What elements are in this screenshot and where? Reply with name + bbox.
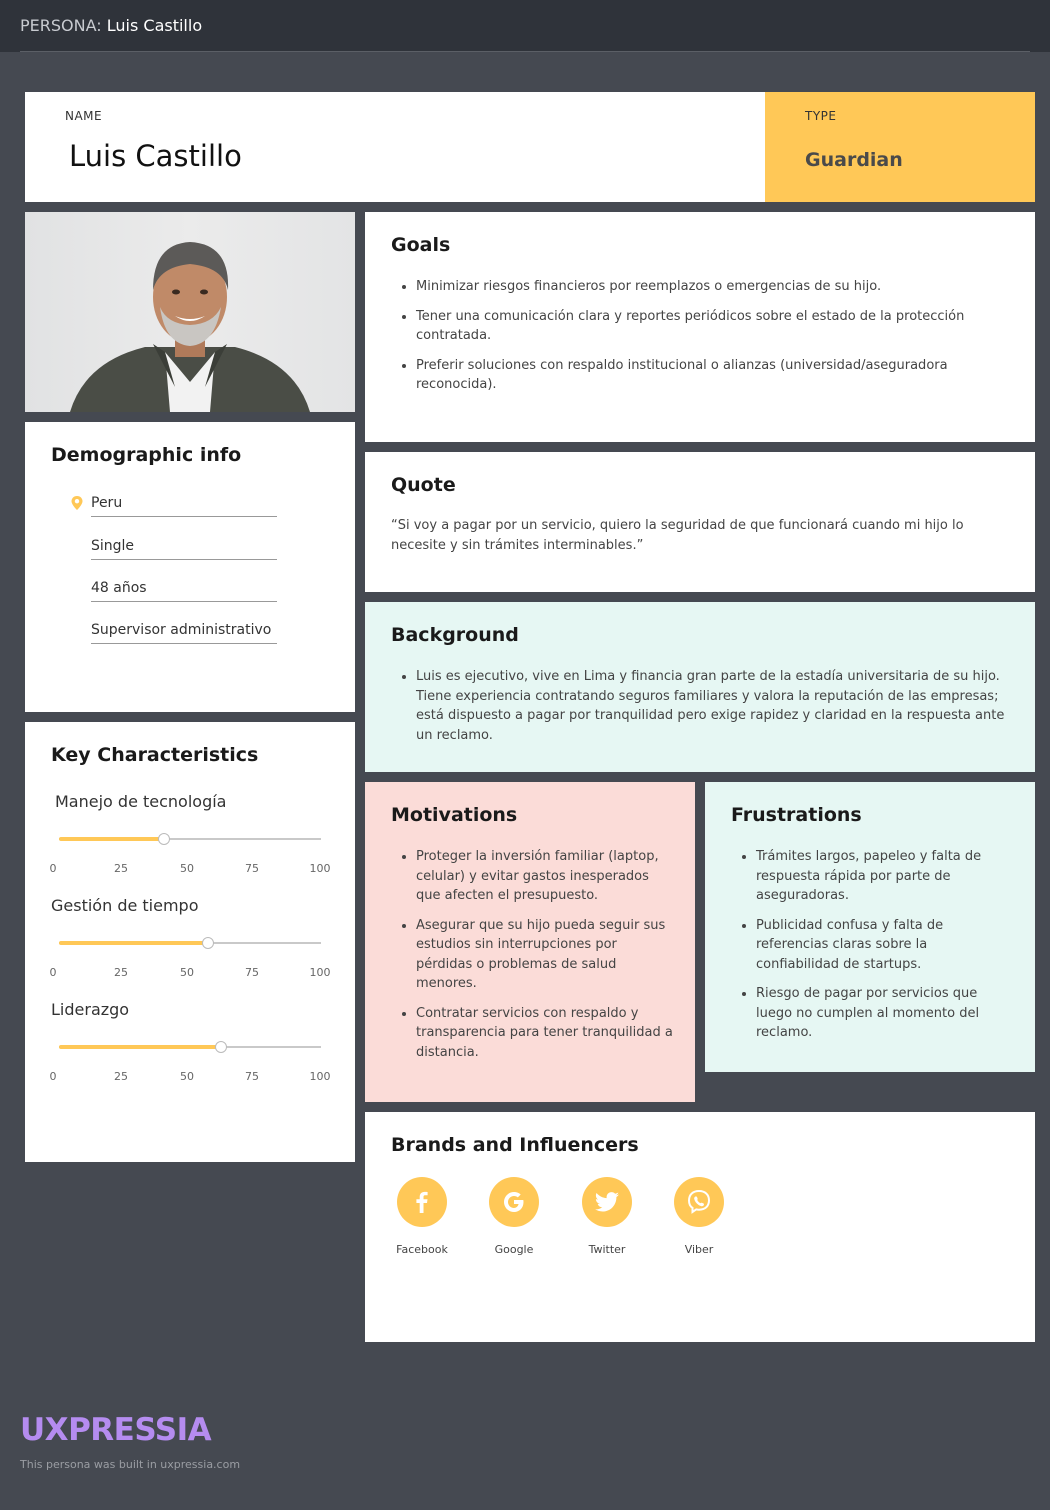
list-item: Asegurar que su hijo pueda seguir sus es…: [416, 916, 676, 994]
demographic-occupation[interactable]: Supervisor administrativo: [91, 622, 277, 644]
brand-label: Facebook: [396, 1243, 448, 1256]
slider-tick-label: 25: [114, 862, 128, 875]
quote-card: Quote “Si voy a pagar por un servicio, q…: [365, 452, 1035, 592]
list-item: Riesgo de pagar por servicios que luego …: [756, 984, 1006, 1043]
type-label: TYPE: [805, 109, 837, 123]
goals-list: Minimizar riesgos financieros por reempl…: [391, 277, 991, 405]
quote-text[interactable]: “Si voy a pagar por un servicio, quiero …: [391, 516, 991, 556]
slider-fill: [59, 1045, 222, 1049]
key-characteristics-title: Key Characteristics: [51, 744, 259, 766]
slider-label: Liderazgo: [51, 1000, 130, 1019]
slider-tick-label: 0: [49, 862, 57, 875]
slider-tick-label: 75: [245, 1070, 259, 1083]
list-item: Luis es ejecutivo, vive en Lima y financ…: [416, 667, 1011, 745]
slider-track[interactable]: [59, 1041, 321, 1053]
list-item: Minimizar riesgos financieros por reempl…: [416, 277, 991, 297]
brand-facebook-circle: [397, 1177, 447, 1227]
persona-title-name: Luis Castillo: [106, 16, 203, 35]
frustrations-list: Trámites largos, papeleo y falta de resp…: [731, 847, 1006, 1053]
list-item: Proteger la inversión familiar (laptop, …: [416, 847, 676, 906]
slider-fill: [59, 941, 209, 945]
slider-handle[interactable]: [202, 937, 215, 949]
persona-type[interactable]: Guardian: [805, 149, 903, 171]
demographic-age[interactable]: 48 años: [91, 580, 277, 602]
slider-tick-label: 75: [245, 862, 259, 875]
frustrations-card: Frustrations Trámites largos, papeleo y …: [705, 782, 1035, 1072]
background-card: Background Luis es ejecutivo, vive en Li…: [365, 602, 1035, 772]
slider-tick-label: 50: [180, 966, 194, 979]
slider-tick-label: 25: [114, 1070, 128, 1083]
key-characteristics-card: Key Characteristics Manejo de tecnología…: [25, 722, 355, 1162]
brand-twitter[interactable]: Twitter: [572, 1177, 642, 1256]
demographic-location[interactable]: Peru: [91, 495, 277, 517]
facebook-icon: [416, 1191, 428, 1213]
slider-tick-label: 50: [180, 862, 194, 875]
slider-tick-label: 0: [49, 1070, 57, 1083]
type-card: TYPE Guardian: [765, 92, 1035, 202]
frustrations-title: Frustrations: [731, 804, 862, 826]
persona-name[interactable]: Luis Castillo: [69, 139, 242, 173]
footer-note: This persona was built in uxpressia.com: [20, 1458, 241, 1471]
list-item: Preferir soluciones con respaldo institu…: [416, 356, 991, 395]
slider-fill: [59, 837, 164, 841]
brand-viber[interactable]: Viber: [664, 1177, 734, 1256]
location-pin-icon: [71, 496, 83, 510]
slider-tick-label: 25: [114, 966, 128, 979]
background-title: Background: [391, 624, 519, 646]
slider-label: Gestión de tiempo: [51, 896, 199, 915]
brand-label: Google: [494, 1243, 534, 1256]
list-item: Tener una comunicación clara y reportes …: [416, 307, 991, 346]
slider-tick-label: 75: [245, 966, 259, 979]
name-card: NAME Luis Castillo: [25, 92, 765, 202]
goals-title: Goals: [391, 234, 451, 256]
slider-tick-label: 100: [309, 1070, 331, 1083]
brand-label: Twitter: [588, 1243, 626, 1256]
goals-card: Goals Minimizar riesgos financieros por …: [365, 212, 1035, 442]
motivations-title: Motivations: [391, 804, 518, 826]
slider-handle[interactable]: [157, 833, 170, 845]
brand-twitter-circle: [582, 1177, 632, 1227]
person-portrait: [70, 242, 310, 412]
slider-track[interactable]: [59, 833, 321, 845]
motivations-card: Motivations Proteger la inversión famili…: [365, 782, 695, 1102]
list-item: Publicidad confusa y falta de referencia…: [756, 916, 1006, 975]
demographic-title: Demographic info: [51, 444, 242, 466]
brand-viber-circle: [674, 1177, 724, 1227]
slider-tick-label: 50: [180, 1070, 194, 1083]
top-bar: PERSONA: Luis Castillo: [0, 0, 1050, 52]
slider-label: Manejo de tecnología: [55, 792, 227, 811]
twitter-icon: [595, 1192, 619, 1212]
motivations-list: Proteger la inversión familiar (laptop, …: [391, 847, 676, 1072]
demographic-status[interactable]: Single: [91, 538, 277, 560]
viber-icon: [687, 1189, 711, 1214]
slider-tick-label: 100: [309, 966, 331, 979]
list-item: Contratar servicios con respaldo y trans…: [416, 1004, 676, 1063]
brands-title: Brands and Influencers: [391, 1134, 639, 1156]
name-label: NAME: [65, 109, 103, 123]
slider-track[interactable]: [59, 937, 321, 949]
demographic-card: Demographic info Peru Single 48 años Sup…: [25, 422, 355, 712]
persona-title: PERSONA: Luis Castillo: [20, 16, 202, 35]
slider-handle[interactable]: [215, 1041, 228, 1053]
brand-google[interactable]: Google: [479, 1177, 549, 1256]
uxpressia-logo[interactable]: UXPRESSIA: [20, 1412, 212, 1448]
brand-google-circle: [489, 1177, 539, 1227]
slider-tick-label: 0: [49, 966, 57, 979]
divider: [20, 51, 1030, 52]
google-icon: [504, 1192, 524, 1212]
list-item: Trámites largos, papeleo y falta de resp…: [756, 847, 1006, 906]
brands-card: Brands and Influencers Facebook Google T…: [365, 1112, 1035, 1342]
background-list: Luis es ejecutivo, vive en Lima y financ…: [391, 667, 1011, 755]
quote-title: Quote: [391, 474, 456, 496]
brand-label: Viber: [684, 1243, 714, 1256]
persona-photo[interactable]: [25, 212, 355, 412]
slider-tick-label: 100: [309, 862, 331, 875]
brand-facebook[interactable]: Facebook: [387, 1177, 457, 1256]
persona-prefix: PERSONA:: [20, 16, 102, 35]
